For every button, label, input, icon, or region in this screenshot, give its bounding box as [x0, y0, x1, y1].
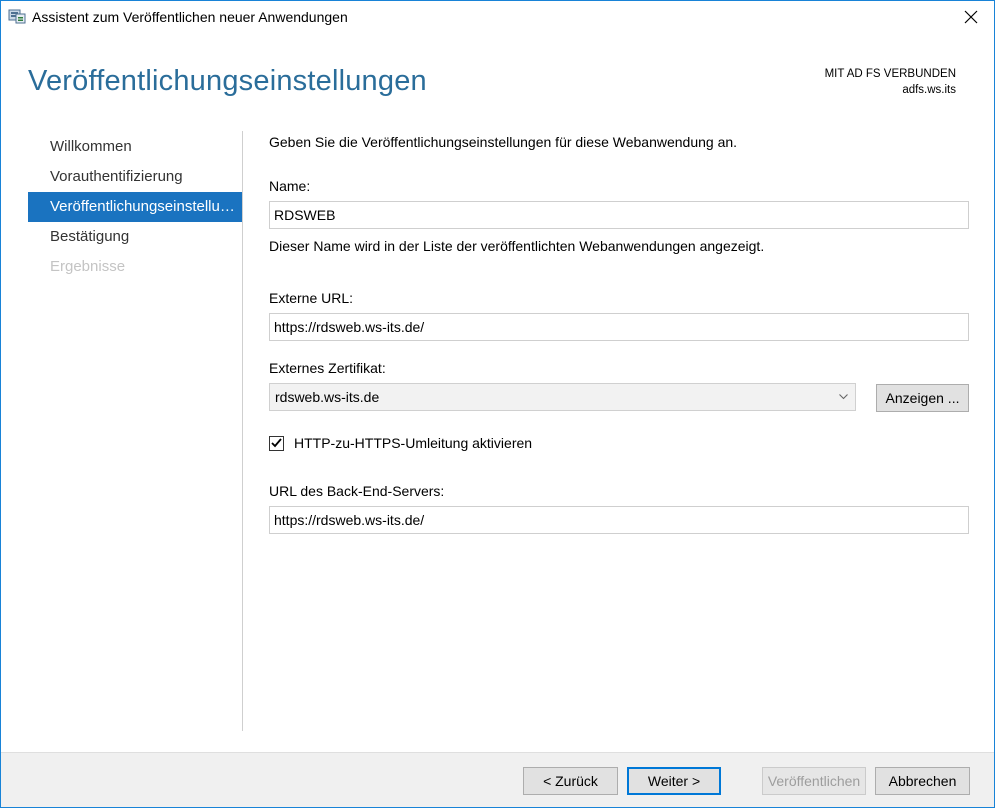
form-intro: Geben Sie die Veröffentlichungseinstellu…: [269, 134, 738, 150]
name-input[interactable]: [269, 201, 969, 229]
connection-status: MIT AD FS VERBUNDEN adfs.ws.its: [825, 66, 956, 98]
close-icon: [964, 10, 978, 23]
chevron-down-icon: [837, 384, 849, 410]
https-redirect-checkbox[interactable]: [269, 435, 284, 451]
external-url-input[interactable]: [269, 313, 969, 341]
step-vorauthentifizierung[interactable]: Vorauthentifizierung: [28, 162, 242, 192]
certificate-select[interactable]: rdsweb.ws-its.de: [269, 383, 856, 411]
wizard-window: Assistent zum Veröffentlichen neuer Anwe…: [0, 0, 995, 808]
wizard-footer: < Zurück Weiter > Veröffentlichen Abbrec…: [1, 752, 994, 807]
external-url-label: Externe URL:: [269, 290, 354, 306]
https-redirect-label: HTTP-zu-HTTPS-Umleitung aktivieren: [294, 435, 533, 451]
cancel-button[interactable]: Abbrechen: [875, 767, 970, 795]
backend-url-input[interactable]: [269, 506, 969, 534]
connection-status-server: adfs.ws.its: [902, 84, 956, 96]
connection-status-line1: MIT AD FS VERBUNDEN: [824, 68, 956, 80]
back-button[interactable]: < Zurück: [523, 767, 618, 795]
window-title: Assistent zum Veröffentlichen neuer Anwe…: [32, 9, 348, 25]
name-label: Name:: [269, 178, 311, 194]
backend-url-label: URL des Back-End-Servers:: [269, 483, 445, 499]
sidebar-divider: [242, 131, 243, 731]
checkmark-icon: [271, 438, 282, 448]
step-willkommen[interactable]: Willkommen: [28, 132, 242, 162]
https-redirect-option[interactable]: HTTP-zu-HTTPS-Umleitung aktivieren: [269, 434, 532, 452]
show-certificate-button[interactable]: Anzeigen ...: [876, 384, 969, 412]
publish-button: Veröffentlichen: [762, 767, 866, 795]
step-bestaetigung[interactable]: Bestätigung: [28, 222, 242, 252]
close-button[interactable]: [948, 1, 994, 32]
step-veroeffentlichungseinstellungen[interactable]: Veröffentlichungseinstellungen: [28, 192, 242, 222]
wizard-steps: Willkommen Vorauthentifizierung Veröffen…: [28, 132, 242, 282]
certificate-selected-value: rdsweb.ws-its.de: [275, 389, 380, 405]
name-hint: Dieser Name wird in der Liste der veröff…: [269, 238, 765, 254]
certificate-label: Externes Zertifikat:: [269, 360, 386, 376]
page-title: Veröffentlichungseinstellungen: [28, 65, 427, 97]
step-ergebnisse: Ergebnisse: [50, 258, 126, 275]
next-button[interactable]: Weiter >: [627, 767, 721, 795]
title-bar: Assistent zum Veröffentlichen neuer Anwe…: [1, 1, 994, 32]
server-app-icon: [8, 9, 26, 24]
